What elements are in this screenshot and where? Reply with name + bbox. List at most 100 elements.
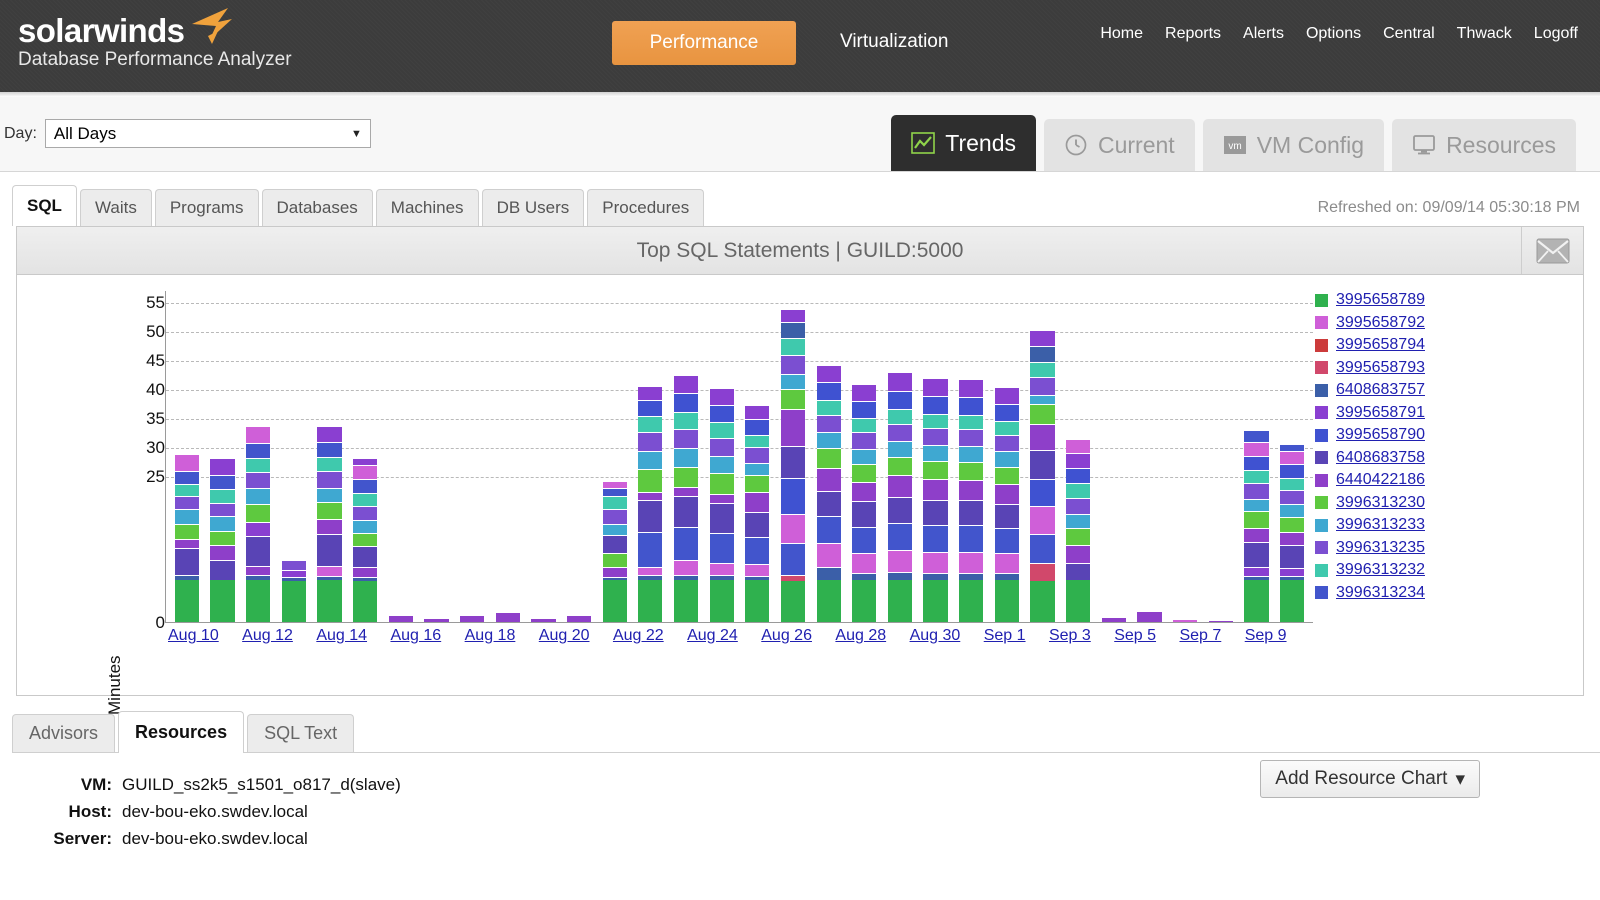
bar-segment[interactable] [1030, 563, 1055, 581]
bar-segment[interactable] [923, 428, 948, 446]
bar-segment[interactable] [994, 484, 1020, 504]
bar-segment[interactable] [602, 488, 627, 497]
stacked-bar[interactable] [281, 559, 306, 622]
bar-segment[interactable] [816, 580, 841, 622]
bar-segment[interactable] [780, 478, 806, 514]
bar-segment[interactable] [1030, 361, 1055, 378]
bar-segment[interactable] [1101, 617, 1126, 622]
bar-segment[interactable] [1280, 504, 1305, 517]
bar-segment[interactable] [531, 618, 556, 622]
stacked-bar[interactable] [210, 458, 235, 622]
bar-segment[interactable] [317, 565, 342, 577]
legend-item[interactable]: 3996313233 [1315, 514, 1565, 537]
bar-segment[interactable] [816, 382, 841, 400]
legend-sql-id-link[interactable]: 3995658794 [1336, 336, 1425, 354]
bar-segment[interactable] [317, 426, 342, 442]
bar-segment[interactable] [1244, 511, 1269, 528]
stacked-bar[interactable] [923, 377, 948, 622]
legend-item[interactable]: 6440422186 [1315, 469, 1565, 492]
bar-segment[interactable] [852, 553, 877, 574]
bar-segment[interactable] [174, 495, 199, 510]
subtab-programs[interactable]: Programs [154, 189, 259, 226]
bar-segment[interactable] [780, 445, 806, 479]
bar-segment[interactable] [638, 532, 663, 567]
bar-segment[interactable] [1280, 531, 1305, 545]
stacked-bar[interactable] [531, 618, 556, 622]
stacked-bar[interactable] [1244, 429, 1269, 622]
legend-item[interactable]: 3995658792 [1315, 312, 1565, 335]
bar-segment[interactable] [1280, 451, 1305, 465]
bar-segment[interactable] [852, 463, 877, 482]
bar-segment[interactable] [745, 419, 770, 435]
bar-segment[interactable] [352, 532, 378, 546]
bar-segment[interactable] [246, 580, 271, 622]
bar-segment[interactable] [317, 471, 342, 488]
bar-segment[interactable] [994, 503, 1020, 529]
stacked-bar[interactable] [959, 378, 984, 622]
bar-segment[interactable] [174, 524, 199, 539]
bar-segment[interactable] [1030, 478, 1055, 506]
bar-segment[interactable] [959, 461, 984, 480]
legend-item[interactable]: 6408683757 [1315, 379, 1565, 402]
bar-segment[interactable] [673, 527, 699, 560]
bar-segment[interactable] [174, 538, 199, 549]
bar-segment[interactable] [816, 365, 841, 383]
bar-segment[interactable] [852, 432, 877, 449]
stacked-bar[interactable] [745, 404, 770, 622]
bar-segment[interactable] [388, 615, 413, 622]
stacked-bar[interactable] [1280, 443, 1305, 622]
bar-segment[interactable] [673, 447, 699, 467]
bar-segment[interactable] [281, 580, 306, 622]
bar-segment[interactable] [709, 493, 734, 504]
bar-segment[interactable] [709, 563, 734, 576]
bar-segment[interactable] [923, 551, 948, 573]
bar-segment[interactable] [459, 615, 485, 622]
bar-segment[interactable] [816, 448, 841, 468]
bar-segment[interactable] [745, 463, 770, 476]
bar-segment[interactable] [1066, 497, 1091, 514]
bar-segment[interactable] [923, 580, 948, 622]
bar-segment[interactable] [352, 580, 378, 622]
bar-segment[interactable] [638, 450, 663, 469]
bar-segment[interactable] [745, 447, 770, 464]
legend-sql-id-link[interactable]: 3996313232 [1336, 561, 1425, 579]
bar-segment[interactable] [638, 385, 663, 401]
bar-segment[interactable] [673, 393, 699, 412]
bar-segment[interactable] [709, 404, 734, 423]
bar-segment[interactable] [994, 580, 1020, 622]
bar-segment[interactable] [709, 438, 734, 457]
bar-segment[interactable] [959, 500, 984, 526]
bar-segment[interactable] [959, 580, 984, 622]
bar-segment[interactable] [887, 371, 913, 391]
bar-segment[interactable] [887, 440, 913, 457]
x-axis-date-link[interactable]: Aug 28 [835, 627, 886, 644]
stacked-bar[interactable] [424, 618, 449, 622]
tab-trends[interactable]: Trends [891, 115, 1036, 171]
bar-segment[interactable] [1066, 453, 1091, 468]
bar-segment[interactable] [959, 414, 984, 430]
x-axis-date-link[interactable]: Aug 18 [465, 627, 516, 644]
legend-item[interactable]: 3995658789 [1315, 289, 1565, 312]
bar-segment[interactable] [887, 456, 913, 476]
bar-segment[interactable] [745, 434, 770, 448]
bar-segment[interactable] [246, 457, 271, 473]
bar-segment[interactable] [959, 429, 984, 447]
bar-segment[interactable] [495, 613, 520, 622]
stacked-bar[interactable] [887, 371, 913, 622]
x-axis-date-link[interactable]: Aug 20 [539, 627, 590, 644]
bar-segment[interactable] [602, 496, 627, 510]
stacked-bar[interactable] [566, 615, 592, 622]
bar-segment[interactable] [1280, 443, 1305, 452]
bar-segment[interactable] [1030, 404, 1055, 425]
bar-segment[interactable] [317, 501, 342, 519]
virtualization-link[interactable]: Virtualization [840, 31, 948, 53]
bar-segment[interactable] [923, 525, 948, 552]
bar-segment[interactable] [210, 580, 235, 622]
bar-segment[interactable] [602, 480, 627, 489]
stacked-bar[interactable] [816, 365, 841, 622]
bar-segment[interactable] [852, 401, 877, 419]
legend-item[interactable]: 3996313232 [1315, 559, 1565, 582]
legend-sql-id-link[interactable]: 3995658791 [1336, 404, 1425, 422]
bar-segment[interactable] [1030, 580, 1055, 622]
bar-segment[interactable] [816, 399, 841, 415]
